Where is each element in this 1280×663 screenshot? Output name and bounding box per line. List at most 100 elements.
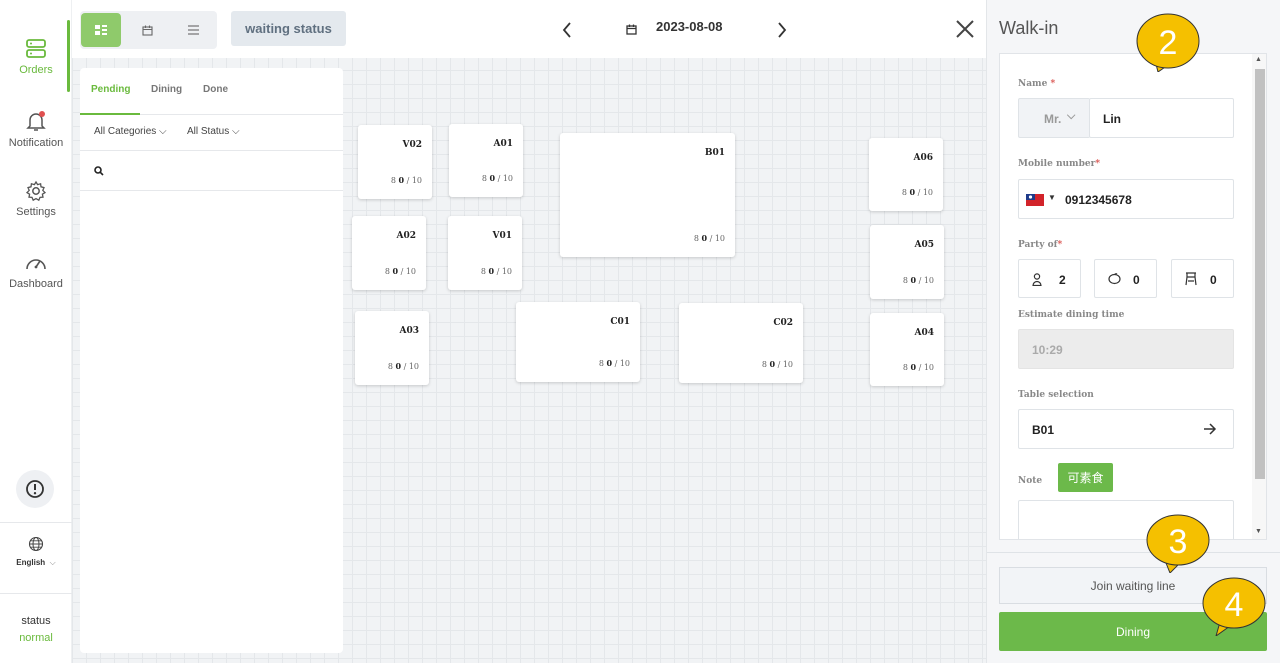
table-name: C02 [773,318,793,328]
taiwan-flag-icon [1026,194,1044,206]
category-filter[interactable]: All Categories ⌵ [94,126,167,137]
name-input[interactable]: Lin [1089,98,1234,138]
table-capacity-max: / 10 [406,176,422,185]
sidebar-item-label: Settings [16,206,56,218]
divider [0,593,72,594]
estimate-value: 10:29 [1032,343,1063,357]
tab-pending[interactable]: Pending [91,84,130,95]
sidebar-item-label: Dashboard [9,278,63,290]
current-date[interactable]: 2023-08-08 [656,19,723,34]
chevron-down-icon: ⌵ [156,126,167,137]
person-icon: 8 [598,359,604,368]
chevron-left-icon[interactable] [562,22,572,38]
alert-button[interactable] [16,470,54,508]
person-icon [1032,273,1042,286]
table-card-a05[interactable]: A05 8 0 / 10 [870,225,944,299]
table-seated: 0 [398,175,405,185]
sidebar-item-dashboard[interactable]: Dashboard [0,252,72,290]
title-value: Mr. [1044,112,1062,126]
list-view-button[interactable] [173,13,213,47]
scroll-up-icon: ▲ [1255,56,1262,63]
table-card-v02[interactable]: V02 8 0 / 10 [358,125,432,199]
table-capacity-max: / 10 [403,362,419,371]
gauge-icon [26,259,46,270]
person-icon: 8 [693,234,699,243]
table-selection-value: B01 [1032,423,1055,437]
tab-done[interactable]: Done [203,84,228,95]
callout-number: 4 [1225,586,1244,624]
person-icon: 8 [902,363,908,372]
table-capacity-max: / 10 [918,276,934,285]
table-capacity-max: / 10 [777,360,793,369]
search-icon [94,166,104,176]
high-chair-field[interactable]: 0 [1171,259,1234,298]
table-card-c02[interactable]: C02 8 0 / 10 [679,303,803,383]
scroll-down-icon: ▼ [1255,528,1262,535]
close-icon[interactable] [954,18,976,40]
sidebar-item-orders[interactable]: Orders [0,38,72,76]
table-name: C01 [610,317,630,327]
form-scrollbar[interactable]: ▲ ▼ [1252,54,1266,539]
table-capacity: 8 0 / 10 [388,361,419,371]
status-filter[interactable]: All Status ⌵ [187,126,240,137]
status-filter-label: All Status [187,126,230,137]
sidebar-item-settings[interactable]: Settings [0,180,72,218]
table-capacity-max: / 10 [614,359,630,368]
table-capacity-max: / 10 [400,267,416,276]
note-label: Note [1018,476,1043,486]
grid-icon [95,25,107,35]
estimate-label: Estimate dining time [1018,310,1125,320]
tab-dining[interactable]: Dining [151,84,182,95]
sidebar: Orders Notification Settings Dashboard E… [0,0,72,663]
top-bar: waiting status 2023-08-08 [72,0,986,58]
table-name: B01 [704,148,725,158]
table-card-c01[interactable]: C01 8 0 / 10 [516,302,640,382]
table-capacity: 8 0 / 10 [903,362,934,372]
scroll-thumb[interactable] [1255,69,1265,479]
calendar-icon [141,25,153,36]
table-name: A06 [913,153,933,163]
table-capacity: 8 0 / 10 [762,359,793,369]
arrow-right-icon [1204,423,1217,435]
chevron-down-icon: ⌵ [1067,110,1076,122]
category-filter-label: All Categories [94,126,157,137]
estimate-time-field: 10:29 [1018,329,1234,369]
adults-value: 2 [1059,273,1066,287]
calendar-view-button[interactable] [127,13,167,47]
mobile-input[interactable]: ▼ 0912345678 [1018,179,1234,219]
table-capacity-max: / 10 [496,267,512,276]
gear-icon [25,180,47,202]
children-field[interactable]: 0 [1094,259,1157,298]
table-seated: 0 [701,233,708,243]
table-card-a06[interactable]: A06 8 0 / 10 [869,138,943,211]
name-value: Lin [1103,112,1121,126]
callout-number: 2 [1159,24,1178,62]
sidebar-item-notification[interactable]: Notification [0,109,72,149]
grid-view-button[interactable] [81,13,121,47]
language-selector[interactable]: English ⌵ [0,536,72,568]
table-capacity: 8 0 / 10 [902,187,933,197]
adults-field[interactable]: 2 [1018,259,1081,298]
search-input[interactable] [80,151,343,191]
title-select[interactable]: Mr. ⌵ [1018,98,1090,138]
table-selection-field[interactable]: B01 [1018,409,1234,449]
table-card-a04[interactable]: A04 8 0 / 10 [870,313,944,386]
person-icon: 8 [481,174,487,183]
table-seated: 0 [909,187,916,197]
table-capacity-max: / 10 [918,363,934,372]
table-card-a03[interactable]: A03 8 0 / 10 [355,311,429,385]
waiting-status-button[interactable]: waiting status [231,11,346,46]
chevron-down-icon: ⌵ [229,126,240,137]
table-card-v01[interactable]: V01 8 0 / 10 [448,216,522,290]
table-seated: 0 [910,362,917,372]
chevron-down-icon: ⌵ [47,558,56,567]
walkin-panel: Walk-in Name * Mr. ⌵ Lin Mobile number* … [986,0,1280,663]
chevron-right-icon[interactable] [777,22,787,38]
table-card-a02[interactable]: A02 8 0 / 10 [352,216,426,290]
table-card-b01[interactable]: B01 8 0 / 10 [560,133,735,257]
note-tag-vegetarian[interactable]: 可素食 [1058,463,1113,492]
table-name: A02 [396,231,416,241]
table-card-a01[interactable]: A01 8 0 / 10 [449,124,523,197]
exclamation-icon [26,480,44,498]
high-chair-value: 0 [1210,273,1217,287]
